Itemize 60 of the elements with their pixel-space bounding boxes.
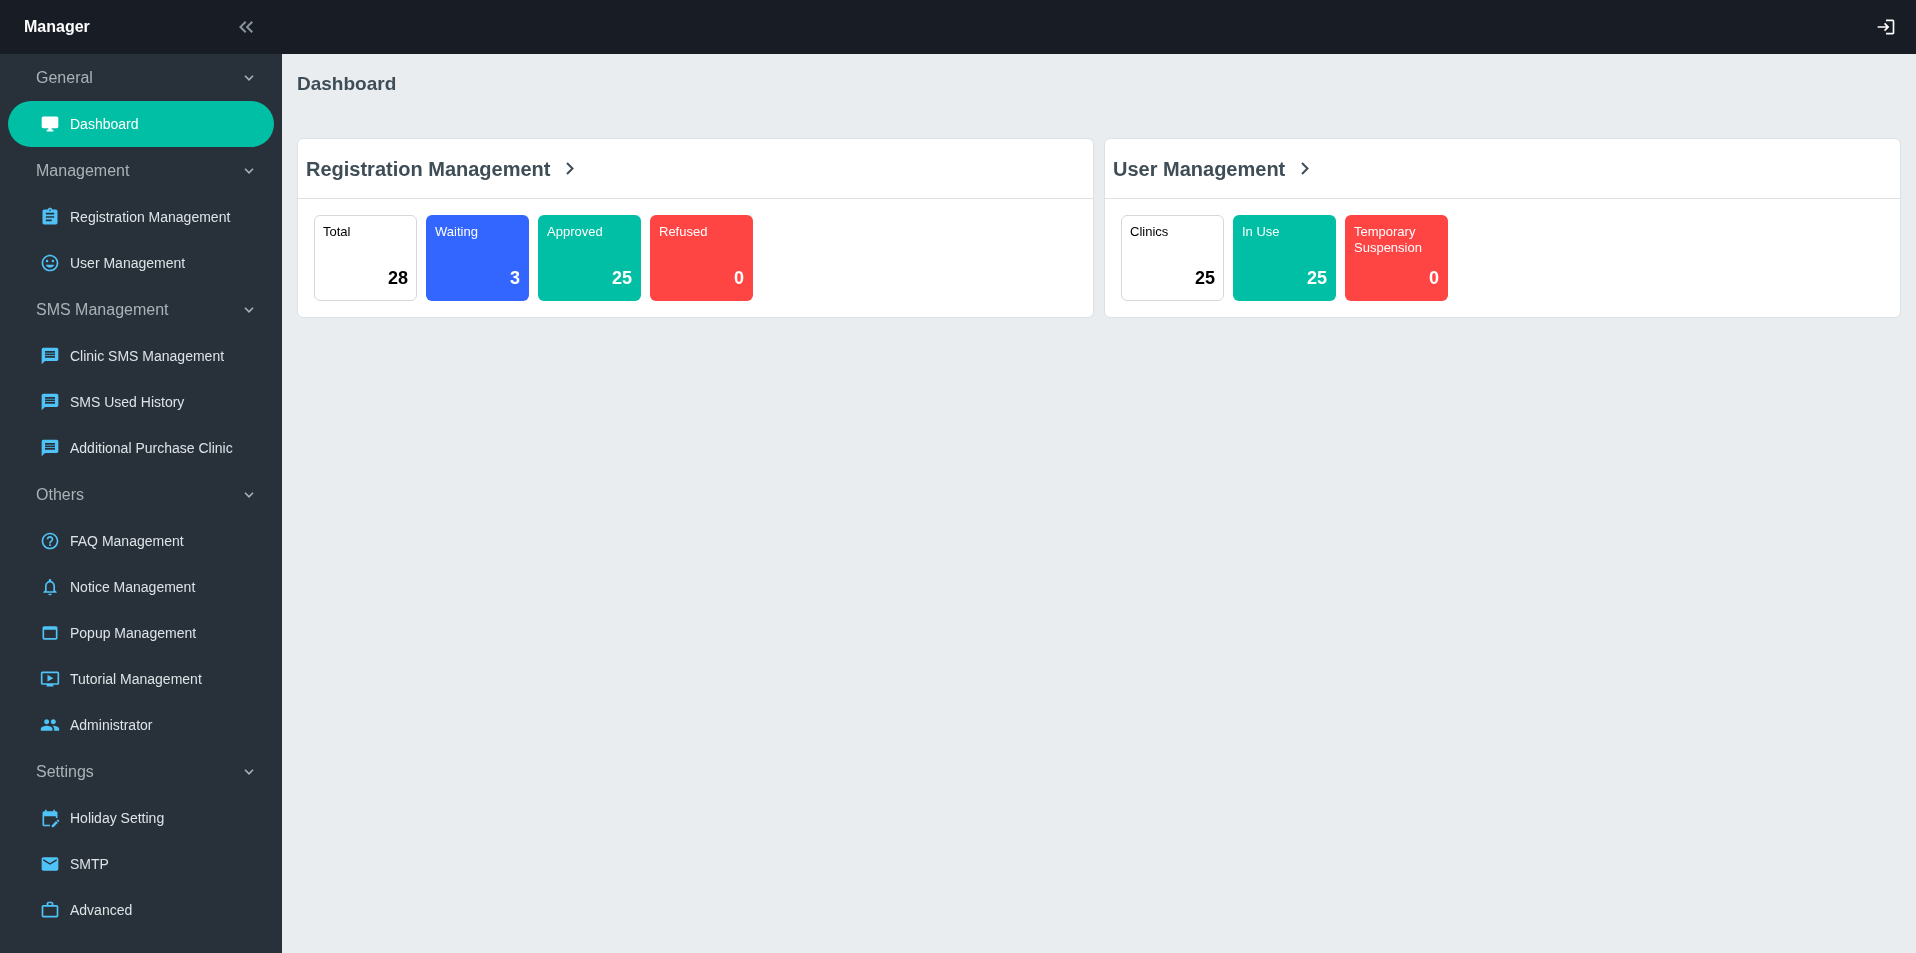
stat-value: 0 — [734, 267, 744, 290]
stat-value: 25 — [611, 267, 632, 290]
stat-value: 28 — [387, 267, 408, 290]
sidebar-item[interactable]: Tutorial Management — [8, 656, 274, 702]
briefcase-icon — [40, 900, 60, 920]
chevron-down-icon — [244, 768, 254, 775]
chevron-right-icon — [1301, 162, 1310, 175]
card-title: User Management — [1113, 156, 1286, 182]
chat-icon — [40, 346, 60, 366]
stat-value: 25 — [1194, 267, 1215, 290]
monitor-icon — [40, 114, 60, 134]
sidebar-item[interactable]: Notice Management — [8, 564, 274, 610]
stat-label: Approved — [547, 224, 604, 240]
stat-label: Clinics — [1130, 224, 1170, 240]
sidebar-item[interactable]: Additional Purchase Clinic — [8, 425, 274, 471]
section-header[interactable]: SMS Management — [8, 286, 274, 333]
stat-label: In Use — [1242, 224, 1281, 240]
sidebar-item[interactable]: FAQ Management — [8, 518, 274, 564]
section-header[interactable]: Others — [8, 471, 274, 518]
question-icon — [40, 531, 60, 551]
window-icon — [40, 623, 60, 643]
chat-icon — [40, 392, 60, 412]
chevron-right-icon — [566, 162, 575, 175]
chevron-right-button[interactable] — [566, 162, 575, 175]
card-title: Registration Management — [306, 156, 551, 182]
sidebar-item[interactable]: Clinic SMS Management — [8, 333, 274, 379]
smiley-icon — [40, 253, 60, 273]
chevron-down-icon — [244, 167, 254, 174]
stat-value: 3 — [510, 267, 520, 290]
bell-icon — [40, 577, 60, 597]
stat-label: Refused — [659, 224, 709, 240]
sidebar-item[interactable]: Popup Management — [8, 610, 274, 656]
sidebar-item[interactable]: Registration Management — [8, 194, 274, 240]
sidebar-item[interactable]: SMS Used History — [8, 379, 274, 425]
sidebar-item[interactable]: Holiday Setting — [8, 795, 274, 841]
logout-icon — [1876, 17, 1896, 37]
page-title: Dashboard — [297, 72, 398, 96]
sidebar-item[interactable]: User Management — [8, 240, 274, 286]
stat-label: Total — [323, 224, 352, 240]
calendar-icon — [40, 808, 60, 828]
sidebar-item[interactable]: Administrator — [8, 702, 274, 748]
chevron-down-icon — [244, 306, 254, 313]
chat-icon — [40, 438, 60, 458]
stat-value: 25 — [1306, 267, 1327, 290]
section-header[interactable]: Settings — [8, 748, 274, 795]
stat-value: 0 — [1429, 267, 1439, 290]
clipboard-icon — [40, 207, 60, 227]
sidebar-item[interactable]: SMTP — [8, 841, 274, 887]
video-screen-icon — [40, 669, 60, 689]
section-header[interactable]: General — [8, 54, 274, 101]
stat-label: Waiting — [435, 224, 479, 240]
section-header[interactable]: Management — [8, 147, 274, 194]
stat-label: Temporary Suspension — [1354, 224, 1423, 256]
chevron-down-icon — [244, 74, 254, 81]
chevron-right-button[interactable] — [1301, 162, 1310, 175]
app-title: Manager — [24, 17, 90, 37]
mail-icon — [40, 854, 60, 874]
chevron-down-icon — [244, 491, 254, 498]
sidebar-item[interactable]: Advanced — [8, 887, 274, 933]
logout-button[interactable] — [1876, 17, 1896, 37]
